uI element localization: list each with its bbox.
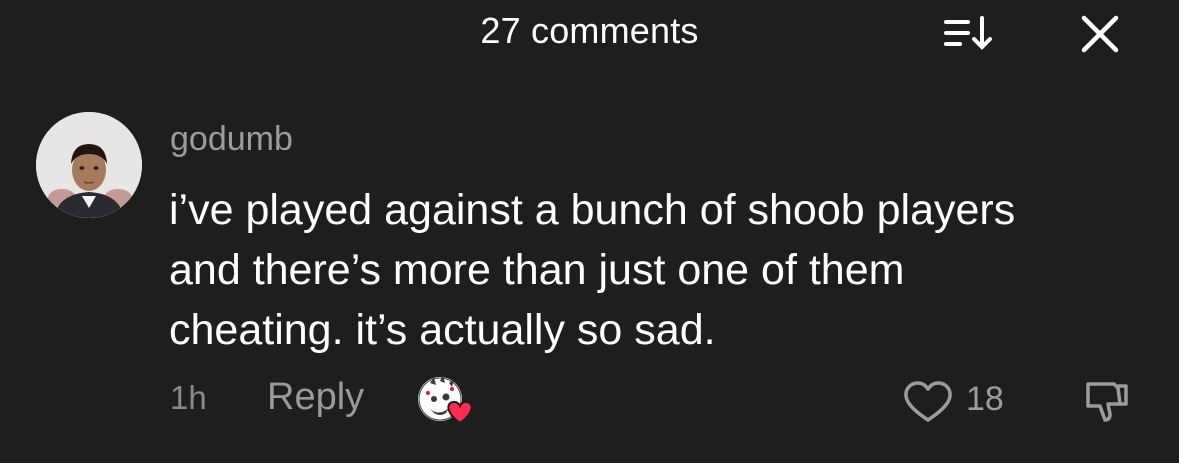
dislike-button[interactable]: [1080, 376, 1134, 426]
comment-username[interactable]: godumb: [170, 120, 293, 159]
sort-down-icon: [944, 16, 992, 50]
close-button[interactable]: [1076, 12, 1124, 56]
close-icon: [1081, 15, 1119, 53]
thumbs-down-icon: [1086, 382, 1128, 422]
like-button[interactable]: [900, 378, 956, 426]
comment-text-line: cheating. it’s actually so sad.: [169, 306, 716, 354]
comment-timestamp: 1h: [170, 379, 207, 416]
comments-header: 27 comments: [0, 0, 1179, 70]
creator-liked-badge: [416, 373, 478, 429]
comments-count-title: 27 comments: [480, 10, 699, 51]
reply-button[interactable]: Reply: [267, 376, 364, 419]
heart-outline-icon: [904, 381, 952, 422]
comment-text-line: and there’s more than just one of them: [169, 246, 905, 294]
sort-button[interactable]: [940, 12, 996, 56]
avatar-image: [36, 112, 142, 218]
comment-text: i’ve played against a bunch of shoob pla…: [169, 180, 1149, 360]
avatar[interactable]: [36, 112, 142, 218]
like-count: 18: [966, 380, 1004, 418]
creator-liked-icon: [418, 375, 473, 425]
comment-text-line: i’ve played against a bunch of shoob pla…: [169, 186, 1016, 234]
